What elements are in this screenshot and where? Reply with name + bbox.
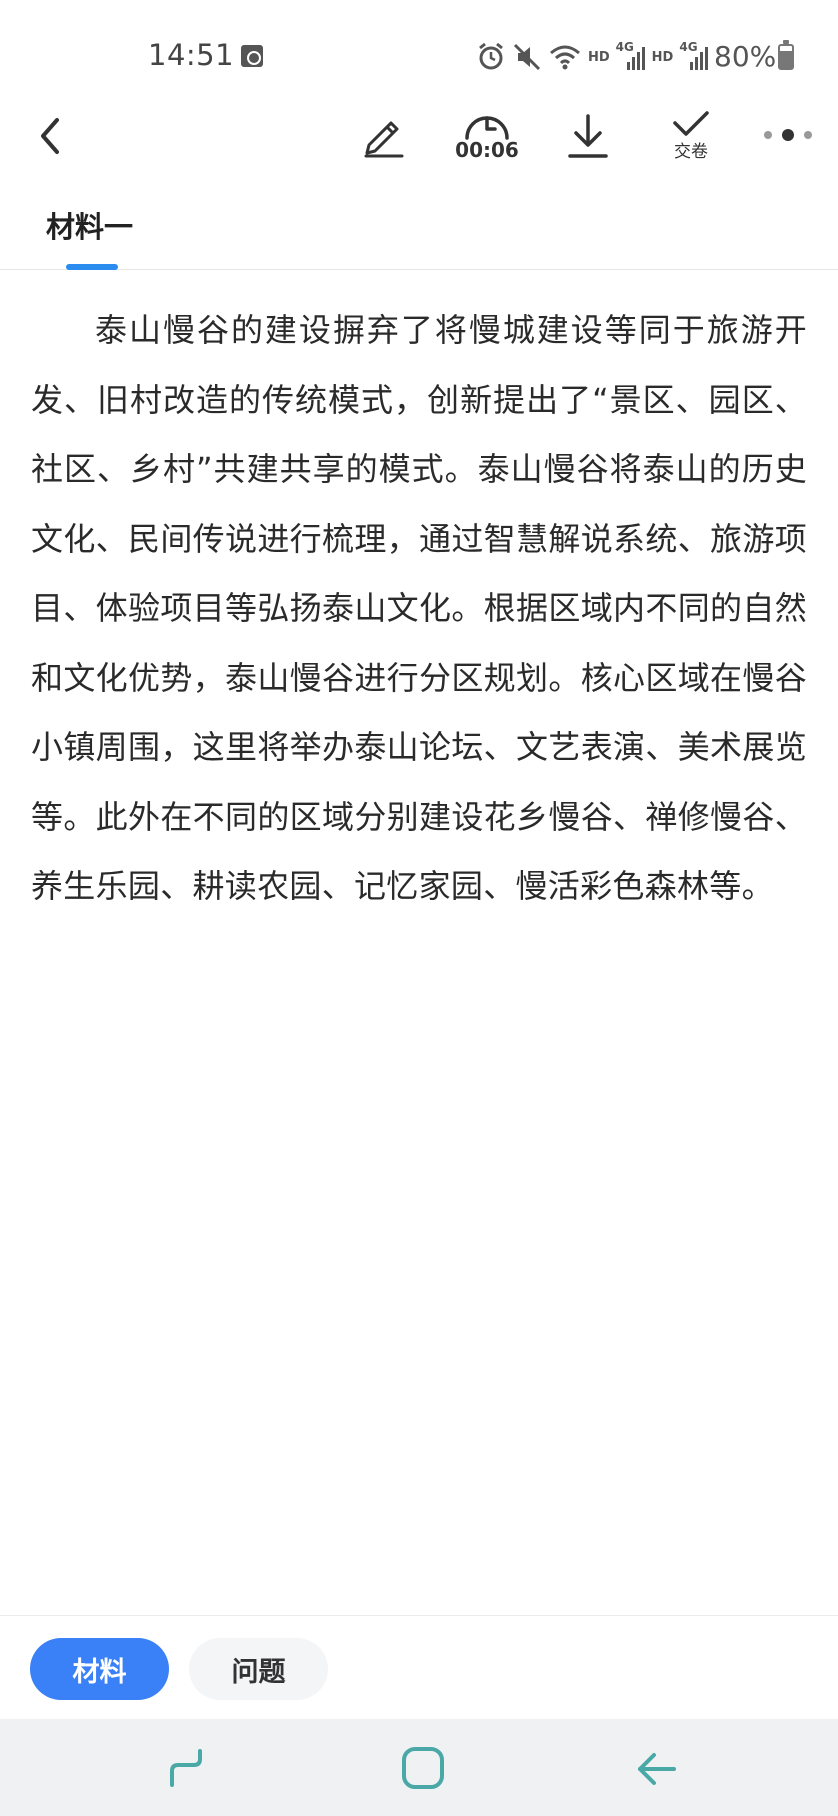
status-bar: 14:51 HD 4G HD 4G 80% <box>0 0 838 110</box>
question-tab-button[interactable]: 问题 <box>189 1638 328 1700</box>
recent-apps-icon <box>170 1749 202 1787</box>
material-tab-button[interactable]: 材料 <box>30 1638 169 1700</box>
hd-label: HD <box>651 49 674 65</box>
signal-4g-icon: 4G <box>616 40 646 72</box>
toolbar: 00:06 交卷 <box>0 100 838 170</box>
status-icons: HD 4G HD 4G <box>476 40 709 74</box>
home-button[interactable] <box>396 1741 452 1797</box>
signal-4g-icon: 4G <box>679 40 709 72</box>
system-back-button[interactable] <box>630 1741 686 1797</box>
edit-button[interactable] <box>356 108 410 162</box>
submit-label: 交卷 <box>674 141 708 162</box>
system-back-icon <box>638 1753 676 1785</box>
signal-bars-icon <box>690 47 709 70</box>
tab-indicator <box>66 264 118 270</box>
download-icon <box>568 114 608 158</box>
timer-value: 00:06 <box>455 138 519 162</box>
download-button[interactable] <box>562 108 614 164</box>
more-button[interactable] <box>760 120 816 150</box>
more-icon <box>764 129 812 141</box>
recent-apps-button[interactable] <box>160 1741 216 1797</box>
pencil-icon <box>364 121 404 158</box>
signal-bars-icon <box>626 47 645 70</box>
submit-button[interactable]: 交卷 <box>664 104 718 166</box>
timer-icon <box>465 116 509 140</box>
status-time: 14:51 <box>148 38 235 72</box>
material-paragraph: 泰山慢谷的建设摒弃了将慢城建设等同于旅游开发、旧村改造的传统模式，创新提出了“景… <box>31 311 807 905</box>
home-icon <box>402 1747 444 1789</box>
material-tabs: 材料一 <box>0 190 838 270</box>
timer-button[interactable]: 00:06 <box>452 100 522 170</box>
battery-icon <box>778 40 794 70</box>
back-icon <box>41 118 59 154</box>
alarm-icon <box>479 42 503 70</box>
app-notification-icon <box>241 45 263 67</box>
mute-icon <box>513 43 541 71</box>
battery-percent: 80% <box>714 40 777 73</box>
tab-material-one[interactable]: 材料一 <box>46 204 133 246</box>
bottom-tab-bar: 材料 问题 <box>0 1615 838 1719</box>
back-button[interactable] <box>30 106 70 166</box>
check-icon <box>673 110 709 136</box>
system-nav-bar <box>0 1719 838 1816</box>
wifi-icon <box>550 45 580 70</box>
material-content: 泰山慢谷的建设摒弃了将慢城建设等同于旅游开发、旧村改造的传统模式，创新提出了“景… <box>31 296 807 922</box>
hd-label: HD <box>588 49 610 65</box>
